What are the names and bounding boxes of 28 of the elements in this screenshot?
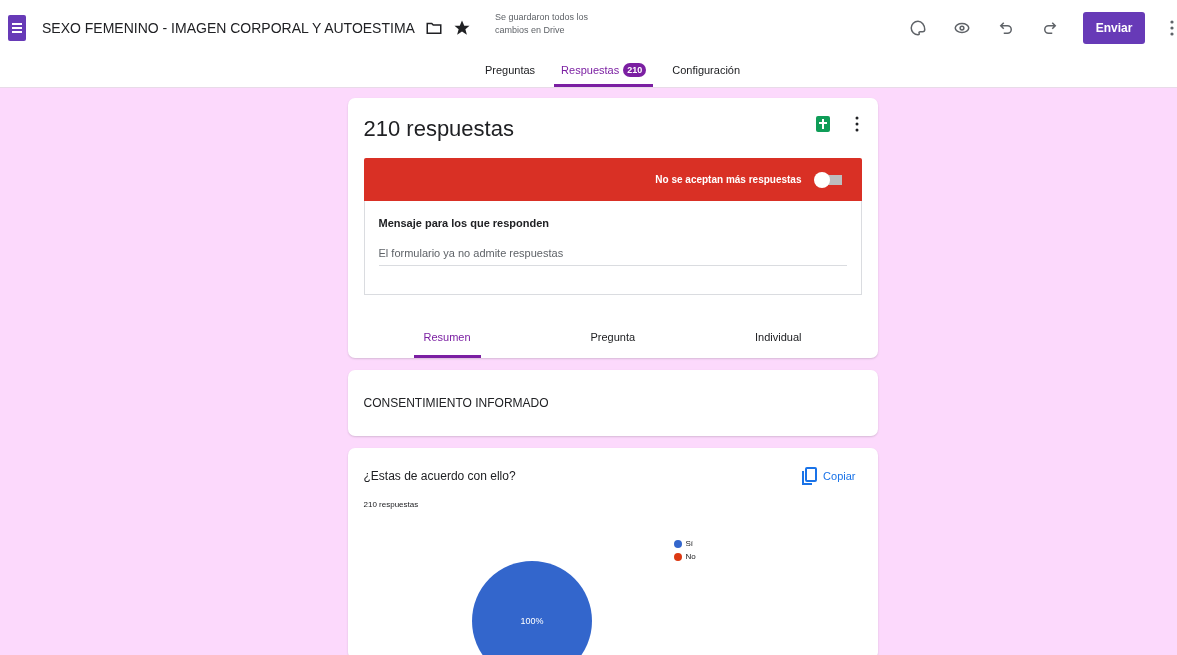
tab[interactable]: Preguntas: [477, 55, 543, 87]
save-status: Se guardaron todos los cambios en Drive: [494, 10, 589, 37]
palette-icon[interactable]: [909, 18, 927, 37]
copy-button[interactable]: Copiar: [795, 466, 862, 486]
send-button[interactable]: Enviar: [1083, 11, 1145, 44]
copy-icon: [801, 467, 818, 485]
legend-item: No: [673, 552, 696, 561]
form-title: SEXO FEMENINO - IMAGEN CORPORAL Y AUTOESTIMA: [42, 19, 415, 36]
view-tab[interactable]: Pregunta: [580, 325, 646, 358]
slice-label: 100%: [520, 616, 543, 626]
accepting-label: No se aceptan más respuestas: [655, 174, 802, 185]
message-label: Mensaje para los que responden: [378, 217, 551, 229]
accepting-toggle[interactable]: [813, 171, 844, 188]
responses-count: 210 respuestas: [363, 116, 515, 142]
view-tab[interactable]: Individual: [745, 325, 812, 358]
section-title: CONSENTIMIENTO INFORMADO: [362, 395, 550, 412]
legend-dot: [673, 552, 682, 561]
tab[interactable]: Configuración: [665, 55, 748, 87]
view-tab[interactable]: Resumen: [413, 325, 481, 358]
response-count: 210 respuestas: [363, 500, 420, 509]
spreadsheet-icon[interactable]: [815, 116, 830, 132]
question-title: ¿Estas de acuerdo con ello?: [363, 469, 517, 483]
legend-dot: [673, 539, 682, 548]
toggle-thumb[interactable]: [813, 171, 830, 188]
count-badge: 210: [623, 62, 647, 77]
forms-logo-icon[interactable]: [8, 14, 26, 41]
tab[interactable]: Respuestas 210: [554, 55, 654, 87]
legend-item: Sí: [673, 539, 696, 548]
